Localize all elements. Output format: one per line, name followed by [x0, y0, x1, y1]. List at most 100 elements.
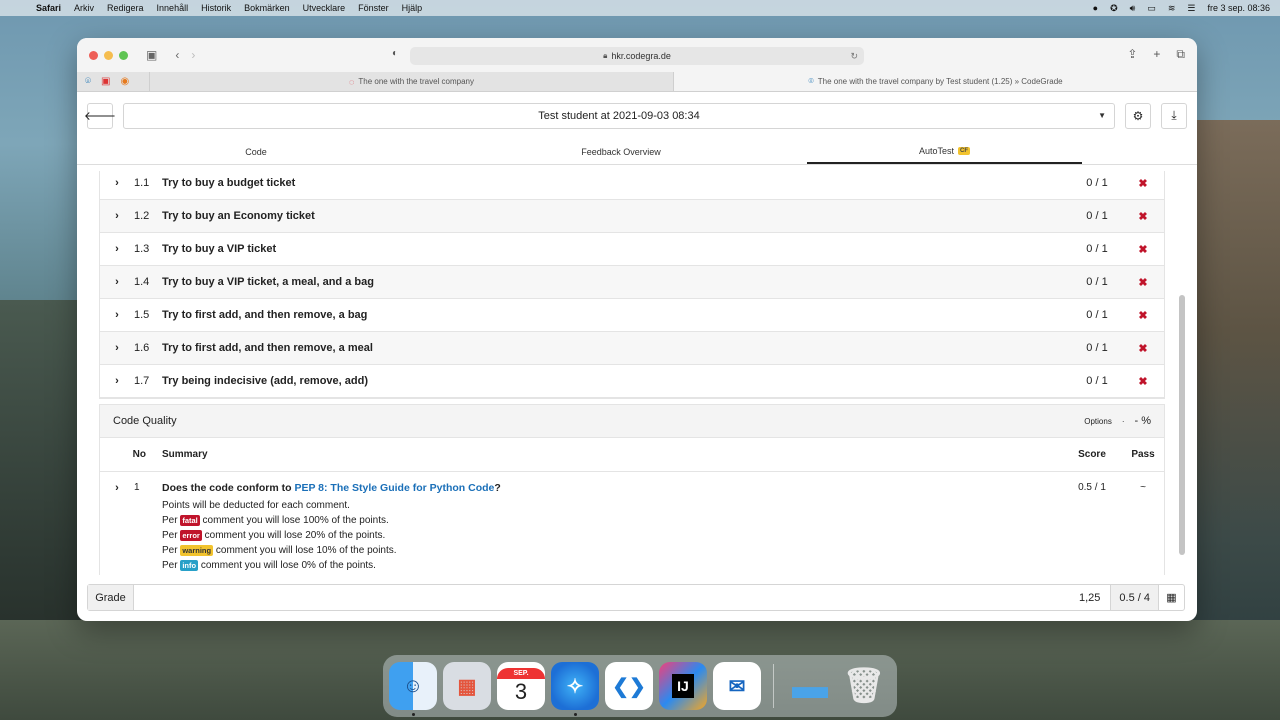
col-no: No — [132, 449, 146, 460]
mac-menubar: Safari Arkiv Redigera Innehåll Historik … — [0, 0, 1280, 16]
tab-feedback-overview[interactable]: Feedback Overview — [435, 139, 807, 164]
tab-overview-icon[interactable]: ⧉ — [1176, 47, 1185, 62]
chevron-right-icon[interactable]: › — [100, 177, 134, 189]
pinned-tab-red-icon[interactable]: ▣ — [101, 76, 110, 87]
minimize-window-button[interactable] — [104, 50, 113, 60]
cq-rule-fatal: Per fatal comment you will lose 100% of … — [162, 515, 1062, 526]
vscode-icon: ❮❯ — [612, 675, 646, 698]
folder-icon: ▬ — [792, 665, 828, 706]
options-link[interactable]: Options — [1084, 417, 1112, 426]
test-name: Try to buy a VIP ticket, a meal, and a b… — [162, 276, 374, 288]
content-scrollbar[interactable] — [1179, 295, 1185, 555]
pinned-tab-codegrade-icon[interactable]: ⌾ — [85, 76, 91, 87]
chevron-right-icon[interactable]: › — [100, 482, 134, 575]
fullscreen-window-button[interactable] — [119, 50, 128, 60]
test-score: 0 / 1 — [1086, 342, 1108, 354]
menubar-clock[interactable]: fre 3 sep. 08:36 — [1207, 3, 1270, 13]
grid-icon[interactable]: ▦ — [1158, 585, 1184, 610]
tab-travel-company[interactable]: ◌ The one with the travel company — [149, 72, 673, 91]
test-row[interactable]: › 1.3 Try to buy a VIP ticket 0 / 1 ✖ — [100, 233, 1164, 266]
submission-tabs: Code Feedback Overview AutoTest CF — [77, 139, 1197, 165]
browser-toolbar: ▣ ‹ › ◐ 🔒︎ hkr.codegra.de ↻ ⇪ + ⧉ — [77, 38, 1197, 72]
chevron-right-icon[interactable]: › — [100, 243, 134, 255]
menu-arkiv[interactable]: Arkiv — [74, 3, 94, 13]
tab-code[interactable]: Code — [77, 139, 435, 164]
tab-favicon-icon: ◌ — [349, 76, 355, 87]
menu-utvecklare[interactable]: Utvecklare — [303, 3, 346, 13]
test-row[interactable]: › 1.6 Try to first add, and then remove,… — [100, 332, 1164, 365]
code-quality-panel: Code Quality Options · - % No Summary Sc… — [99, 404, 1165, 575]
tab-autotest-label: AutoTest — [918, 145, 955, 156]
fail-x-icon: ✖ — [1138, 177, 1148, 190]
dock-launchpad[interactable]: ▦ — [443, 662, 491, 710]
tab-title: The one with the travel company by Test … — [817, 77, 1063, 86]
new-tab-icon[interactable]: + — [1153, 47, 1160, 62]
dock-safari[interactable]: ✧ — [551, 662, 599, 716]
menu-innehall[interactable]: Innehåll — [157, 3, 189, 13]
menu-fonster[interactable]: Fönster — [358, 3, 389, 13]
test-number: 1.4 — [134, 276, 150, 288]
close-window-button[interactable] — [89, 50, 98, 60]
menu-app-name[interactable]: Safari — [36, 3, 61, 13]
forward-icon[interactable]: › — [191, 48, 195, 62]
test-row[interactable]: › 1.5 Try to first add, and then remove,… — [100, 299, 1164, 332]
menu-redigera[interactable]: Redigera — [107, 3, 144, 13]
back-button[interactable]: 🡐 — [84, 102, 116, 129]
submission-select[interactable]: Test student at 2021-09-03 08:34 ▼ — [123, 102, 1115, 129]
running-indicator — [573, 713, 577, 716]
chevron-right-icon[interactable]: › — [100, 210, 134, 222]
dock-folder[interactable]: ▬ — [786, 662, 834, 710]
back-icon[interactable]: ‹ — [175, 48, 179, 62]
cq-question-post: ? — [494, 482, 501, 494]
grade-input[interactable]: 1,25 — [1079, 592, 1110, 604]
tab-codegrade-active[interactable]: ⌾ The one with the travel company by Tes… — [673, 72, 1197, 91]
menu-hjalp[interactable]: Hjälp — [402, 3, 423, 13]
sidebar-toggle-icon[interactable]: ▣ — [146, 48, 157, 62]
volume-icon[interactable]: 🔊︎ — [1130, 3, 1136, 14]
menu-historik[interactable]: Historik — [201, 3, 231, 13]
cq-question-pre: Does the code conform to — [162, 482, 295, 494]
chevron-right-icon[interactable]: › — [100, 375, 134, 387]
test-row[interactable]: › 1.7 Try being indecisive (add, remove,… — [100, 365, 1164, 398]
lock-icon: 🔒︎ — [603, 51, 608, 60]
dock-calendar[interactable]: SEP. 3 — [497, 662, 545, 710]
autotest-content[interactable]: › 1.1 Try to buy a budget ticket 0 / 1 ✖… — [77, 171, 1197, 575]
dock-intellij[interactable]: IJ — [659, 662, 707, 710]
test-name: Try to first add, and then remove, a bag — [162, 309, 368, 321]
chevron-right-icon[interactable]: › — [100, 309, 134, 321]
chevron-right-icon[interactable]: › — [100, 342, 134, 354]
dock-outlook[interactable]: ✉ — [713, 662, 761, 710]
dock-vscode[interactable]: ❮❯ — [605, 662, 653, 710]
trash-icon: 🗑︎ — [842, 667, 886, 705]
outlook-icon: ✉ — [728, 675, 746, 698]
test-row[interactable]: › 1.1 Try to buy a budget ticket 0 / 1 ✖ — [100, 171, 1164, 200]
pep8-link[interactable]: PEP 8: The Style Guide for Python Code — [294, 482, 494, 494]
code-quality-row[interactable]: › 1 Does the code conform to PEP 8: The … — [100, 472, 1164, 575]
battery-icon[interactable]: ▭ — [1147, 3, 1156, 14]
tab-autotest[interactable]: AutoTest CF — [807, 139, 1082, 164]
dock-finder[interactable]: ☺ — [389, 662, 437, 716]
pinned-tab-orange-icon[interactable]: ◉ — [120, 76, 129, 87]
col-score: Score — [1078, 449, 1106, 460]
download-button[interactable]: ⤓ — [1161, 102, 1187, 129]
record-icon[interactable]: ● — [1093, 3, 1098, 13]
reload-icon[interactable]: ↻ — [850, 51, 858, 62]
test-row[interactable]: › 1.2 Try to buy an Economy ticket 0 / 1… — [100, 200, 1164, 233]
per-text: Per — [162, 530, 178, 541]
wifi-icon[interactable]: ≋ — [1168, 3, 1176, 14]
address-bar[interactable]: 🔒︎ hkr.codegra.de ↻ — [410, 47, 864, 65]
submission-select-value: Test student at 2021-09-03 08:34 — [538, 109, 700, 122]
pinned-tabs: ⌾ ▣ ◉ — [77, 76, 149, 87]
test-number: 1.5 — [134, 309, 150, 321]
dock-trash[interactable]: 🗑︎ — [840, 662, 888, 710]
share-icon[interactable]: ⇪ — [1127, 47, 1137, 62]
chevron-right-icon[interactable]: › — [100, 276, 134, 288]
menu-bokmarken[interactable]: Bokmärken — [244, 3, 290, 13]
accessibility-icon[interactable]: ✪ — [1110, 3, 1118, 14]
settings-button[interactable]: ⚙ — [1125, 102, 1151, 129]
test-row[interactable]: › 1.4 Try to buy a VIP ticket, a meal, a… — [100, 266, 1164, 299]
code-quality-columns: No Summary Score Pass — [100, 438, 1164, 472]
control-center-icon[interactable]: ☰ — [1187, 3, 1195, 14]
privacy-shield-icon[interactable]: ◐ — [392, 48, 398, 59]
fail-x-icon: ✖ — [1138, 375, 1148, 388]
